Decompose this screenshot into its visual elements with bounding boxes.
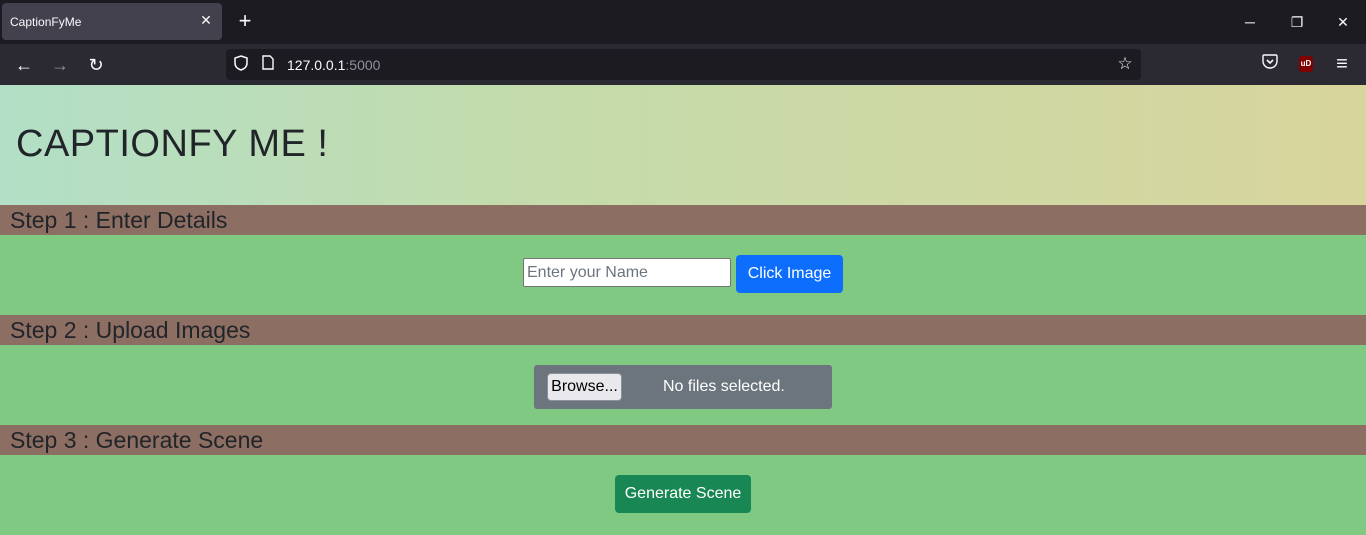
hero-banner: CAPTIONFY ME !: [0, 85, 1366, 205]
back-arrow-icon[interactable]: ←: [13, 54, 35, 76]
step-3-bar: Step 3 : Generate Scene: [0, 425, 1366, 455]
file-status-text: No files selected.: [663, 378, 785, 395]
tab-close-icon[interactable]: ✕: [198, 12, 214, 28]
page-icon[interactable]: [259, 55, 277, 73]
page-content: CAPTIONFY ME ! Step 1 : Enter Details Cl…: [0, 85, 1366, 535]
url-port: :5000: [345, 57, 381, 73]
generate-scene-button[interactable]: Generate Scene: [615, 475, 751, 513]
browser-tab-bar: CaptionFyMe ✕ + ─ ❐ ✕: [0, 0, 1366, 44]
pocket-icon[interactable]: [1260, 54, 1280, 74]
restore-icon[interactable]: ❐: [1287, 12, 1307, 32]
page-title: CAPTIONFY ME !: [16, 123, 329, 165]
bookmark-star-icon[interactable]: ☆: [1115, 54, 1135, 74]
shield-icon[interactable]: [232, 55, 250, 73]
url-host: 127.0.0.1: [287, 57, 346, 73]
tab-title: CaptionFyMe: [10, 15, 82, 29]
click-image-button[interactable]: Click Image: [736, 255, 843, 293]
step-2-heading: Step 2 : Upload Images: [10, 317, 251, 343]
window-close-icon[interactable]: ✕: [1333, 12, 1353, 32]
step-3-heading: Step 3 : Generate Scene: [10, 427, 264, 453]
browser-nav-bar: ← → ↻ 127.0.0.1:5000 ☆ uD ≡: [0, 44, 1366, 85]
browse-button[interactable]: Browse...: [547, 373, 622, 401]
forward-arrow-icon[interactable]: →: [49, 54, 71, 76]
url-text[interactable]: 127.0.0.1:5000: [287, 57, 380, 73]
name-input[interactable]: [523, 258, 731, 287]
browser-tab[interactable]: CaptionFyMe ✕: [2, 3, 222, 40]
minimize-icon[interactable]: ─: [1240, 12, 1260, 32]
step-1-heading: Step 1 : Enter Details: [10, 207, 228, 233]
file-upload-field[interactable]: Browse... No files selected.: [534, 365, 832, 409]
reload-icon[interactable]: ↻: [85, 54, 107, 76]
ublock-icon[interactable]: uD: [1299, 56, 1313, 72]
step-2-bar: Step 2 : Upload Images: [0, 315, 1366, 345]
step-1-bar: Step 1 : Enter Details: [0, 205, 1366, 235]
new-tab-button[interactable]: +: [234, 10, 256, 33]
url-bar[interactable]: 127.0.0.1:5000 ☆: [226, 49, 1141, 80]
menu-icon[interactable]: ≡: [1332, 54, 1352, 74]
